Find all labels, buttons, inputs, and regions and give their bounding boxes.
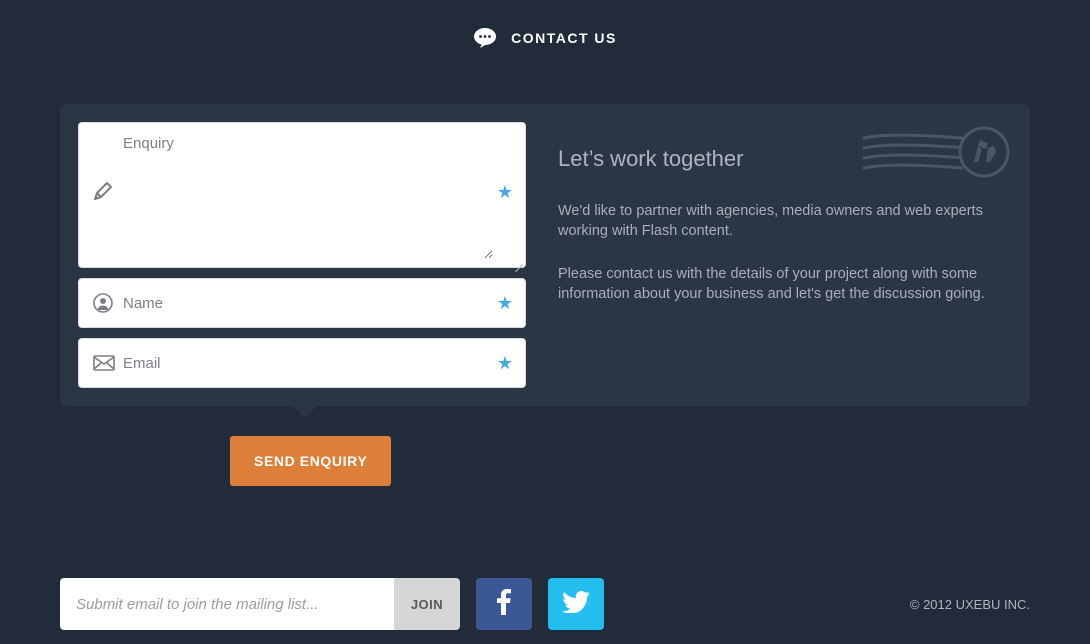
send-button-row: SEND ENQUIRY xyxy=(0,436,1090,486)
email-field-wrap: ★ xyxy=(78,338,526,388)
twitter-icon xyxy=(562,591,590,618)
required-star-icon: ★ xyxy=(497,294,513,312)
postmark-stamp-icon xyxy=(862,122,1012,191)
envelope-icon xyxy=(93,355,115,371)
page-title: CONTACT US xyxy=(511,30,617,46)
mailing-email-input[interactable] xyxy=(60,578,394,630)
page-header: CONTACT US xyxy=(0,0,1090,104)
contact-copy: Let’s work together We'd like to partner… xyxy=(558,122,1012,388)
contact-form: ★ ★ ★ xyxy=(78,122,526,388)
required-star-icon: ★ xyxy=(497,354,513,372)
copyright-text: © 2012 UXEBU INC. xyxy=(910,597,1030,612)
email-input[interactable] xyxy=(123,339,493,387)
required-star-icon: ★ xyxy=(497,183,513,201)
copy-paragraph-1: We'd like to partner with agencies, medi… xyxy=(558,202,996,241)
user-icon xyxy=(93,293,113,313)
name-field-wrap: ★ xyxy=(78,278,526,328)
speech-bubble-icon xyxy=(473,28,497,48)
mailing-list-form: JOIN xyxy=(60,578,460,630)
facebook-button[interactable] xyxy=(476,578,532,630)
facebook-icon xyxy=(497,589,511,620)
name-input[interactable] xyxy=(123,279,493,327)
twitter-button[interactable] xyxy=(548,578,604,630)
pencil-icon xyxy=(93,181,113,201)
join-button[interactable]: JOIN xyxy=(394,578,460,630)
resize-handle-icon[interactable] xyxy=(513,255,523,265)
page-footer: JOIN © 2012 UXEBU INC. xyxy=(60,578,1030,630)
enquiry-field-wrap: ★ xyxy=(78,122,526,268)
send-enquiry-button[interactable]: SEND ENQUIRY xyxy=(230,436,391,486)
enquiry-input[interactable] xyxy=(123,135,493,259)
copy-paragraph-2: Please contact us with the details of yo… xyxy=(558,265,996,304)
contact-panel: ★ ★ ★ xyxy=(60,104,1030,406)
